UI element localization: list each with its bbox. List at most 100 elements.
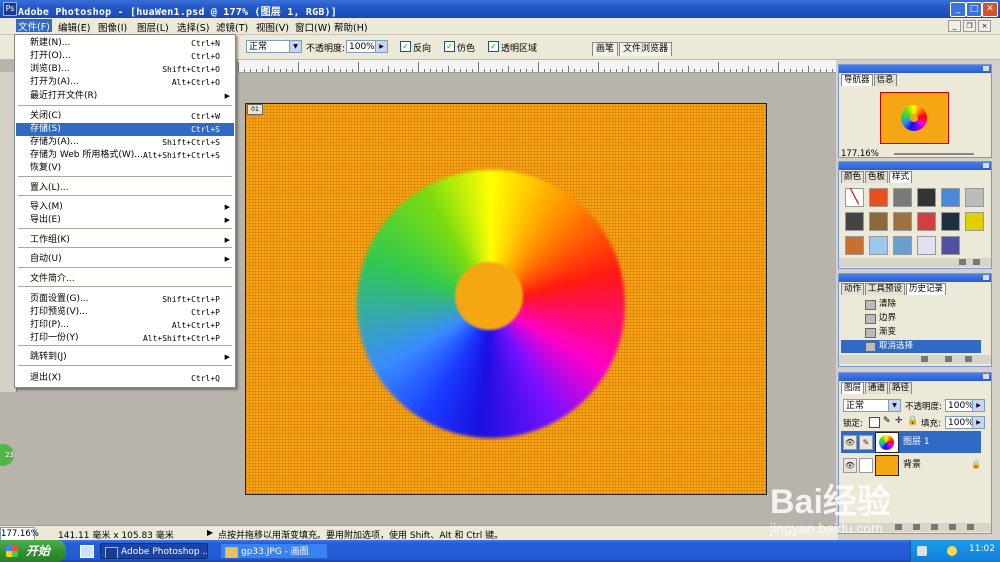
- file-menu-item[interactable]: 存储为(A)... Shift+Ctrl+S: [16, 136, 234, 149]
- file-menu-item[interactable]: 恢复(V): [16, 162, 234, 175]
- history-item[interactable]: 渐变: [841, 326, 981, 339]
- zoom-slider[interactable]: [894, 153, 974, 155]
- doc-close-button[interactable]: ×: [978, 20, 991, 32]
- file-menu-item[interactable]: 自动(U) ▶: [16, 253, 234, 266]
- quicklaunch-icon[interactable]: [80, 545, 94, 558]
- file-menu-item[interactable]: 页面设置(G)... Shift+Ctrl+P: [16, 293, 234, 306]
- file-menu-item[interactable]: 浏览(B)... Shift+Ctrl+O: [16, 63, 234, 76]
- eye-icon[interactable]: 👁: [843, 458, 857, 473]
- menu-help[interactable]: 帮助(H): [334, 20, 368, 34]
- brush-icon[interactable]: ✎: [883, 416, 891, 426]
- style-swatch[interactable]: [917, 236, 936, 255]
- file-menu-item[interactable]: 导入(M) ▶: [16, 201, 234, 214]
- menu-image[interactable]: 图像(I): [98, 20, 127, 34]
- minimize-button[interactable]: _: [950, 2, 966, 17]
- style-swatch[interactable]: [869, 188, 888, 207]
- tab-styles[interactable]: 样式: [889, 171, 913, 183]
- layer-opacity-input[interactable]: 100% ▶: [945, 399, 985, 412]
- zoom-field[interactable]: 177.16%: [0, 527, 39, 541]
- file-menu-item[interactable]: 跳转到(J) ▶: [16, 351, 234, 364]
- tab-brushes[interactable]: 画笔: [592, 42, 619, 56]
- style-swatch[interactable]: [965, 212, 984, 231]
- transparency-checkbox[interactable]: ✓: [488, 41, 499, 52]
- menu-file[interactable]: 文件(F): [16, 19, 52, 33]
- style-swatch[interactable]: [941, 236, 960, 255]
- tab-actions[interactable]: 动作: [841, 283, 865, 295]
- style-swatch[interactable]: [941, 212, 960, 231]
- history-item[interactable]: 边界: [841, 312, 981, 325]
- eye-icon[interactable]: 👁: [843, 435, 857, 450]
- file-menu-item[interactable]: 文件简介...: [16, 273, 234, 286]
- tab-color[interactable]: 颜色: [841, 171, 865, 183]
- opacity-input[interactable]: 100% ▶: [346, 40, 388, 53]
- lock-transparency-checkbox[interactable]: [869, 417, 880, 428]
- tab-tool-presets[interactable]: 工具预设: [865, 283, 906, 295]
- close-button[interactable]: ✕: [982, 2, 998, 17]
- menu-select[interactable]: 选择(S): [177, 20, 209, 34]
- blend-mode-select[interactable]: 正常 ▼: [246, 40, 302, 53]
- tab-file-browser[interactable]: 文件浏览器: [619, 42, 673, 56]
- taskbar-item-photoshop[interactable]: Adobe Photoshop ...: [100, 543, 208, 559]
- link-slot[interactable]: [859, 458, 873, 473]
- file-menu-item[interactable]: 最近打开文件(R) ▶: [16, 90, 234, 103]
- style-swatch[interactable]: [941, 188, 960, 207]
- tab-history[interactable]: 历史记录: [906, 283, 947, 295]
- taskbar-item-paint[interactable]: gp33.JPG - 画图: [220, 543, 328, 559]
- style-swatch[interactable]: [869, 212, 888, 231]
- file-menu-item[interactable]: 存储(S) Ctrl+S: [16, 123, 234, 136]
- style-swatch[interactable]: [917, 188, 936, 207]
- file-menu-item[interactable]: 打开为(A)... Alt+Ctrl+O: [16, 76, 234, 89]
- history-item[interactable]: 清除: [841, 298, 981, 311]
- style-swatch[interactable]: [845, 236, 864, 255]
- maximize-button[interactable]: □: [966, 2, 982, 17]
- file-menu-item[interactable]: 新建(N)... Ctrl+N: [16, 37, 234, 50]
- tab-channels[interactable]: 通道: [865, 382, 889, 394]
- style-swatch[interactable]: [869, 236, 888, 255]
- style-swatch[interactable]: [893, 212, 912, 231]
- file-menu-item[interactable]: 导出(E) ▶: [16, 214, 234, 227]
- tab-navigator[interactable]: 导航器: [841, 74, 873, 86]
- doc-minimize-button[interactable]: _: [948, 20, 961, 32]
- menu-layer[interactable]: 图层(L): [137, 20, 169, 34]
- style-swatch[interactable]: [893, 236, 912, 255]
- start-button[interactable]: 开始: [0, 540, 66, 562]
- file-menu-item[interactable]: 存储为 Web 所用格式(W)... Alt+Shift+Ctrl+S: [16, 149, 234, 162]
- file-menu-item[interactable]: 关闭(C) Ctrl+W: [16, 110, 234, 123]
- history-item-selected[interactable]: 取消选择: [841, 340, 981, 353]
- file-menu-item[interactable]: 打开(O)... Ctrl+O: [16, 50, 234, 63]
- file-menu-item[interactable]: 打印预览(V)... Ctrl+P: [16, 306, 234, 319]
- file-menu-item[interactable]: 打印一份(Y) Alt+Shift+Ctrl+P: [16, 332, 234, 345]
- style-swatch[interactable]: [965, 188, 984, 207]
- menu-view[interactable]: 视图(V): [256, 20, 289, 34]
- tab-paths[interactable]: 路径: [889, 382, 913, 394]
- layer-row[interactable]: 👁 背景 🔒: [841, 454, 981, 476]
- lock-icon[interactable]: 🔒: [907, 416, 918, 426]
- menu-filter[interactable]: 滤镜(T): [216, 20, 248, 34]
- navigator-thumbnail[interactable]: [880, 92, 949, 144]
- tab-swatches[interactable]: 色板: [865, 171, 889, 183]
- brush-icon[interactable]: ✎: [859, 435, 873, 450]
- tray-icon[interactable]: [917, 546, 927, 556]
- file-menu-item[interactable]: 退出(X) Ctrl+Q: [16, 372, 234, 385]
- reverse-checkbox[interactable]: ✓: [400, 41, 411, 52]
- style-swatch[interactable]: [917, 212, 936, 231]
- style-swatch[interactable]: ╲: [845, 188, 864, 207]
- menu-edit[interactable]: 编辑(E): [58, 20, 90, 34]
- tray-icon[interactable]: [947, 546, 957, 556]
- navigator-zoom[interactable]: 177.16%: [841, 149, 879, 159]
- style-swatch[interactable]: [893, 188, 912, 207]
- layer-row-selected[interactable]: 👁 ✎ 图层 1: [841, 431, 981, 453]
- layer-blend-mode-select[interactable]: 正常 ▼: [843, 399, 901, 412]
- file-menu-item[interactable]: 置入(L)...: [16, 182, 234, 195]
- fill-input[interactable]: 100% ▶: [945, 416, 985, 429]
- menu-window[interactable]: 窗口(W): [295, 20, 331, 34]
- tab-info[interactable]: 信息: [873, 74, 897, 86]
- file-menu-item[interactable]: 工作组(K) ▶: [16, 234, 234, 247]
- doc-restore-button[interactable]: ❐: [963, 20, 976, 32]
- file-menu-item[interactable]: 打印(P)... Alt+Ctrl+P: [16, 319, 234, 332]
- move-icon[interactable]: ✛: [895, 416, 903, 426]
- style-swatch[interactable]: [845, 212, 864, 231]
- ruler-tick: [784, 69, 785, 72]
- tab-layers[interactable]: 图层: [841, 382, 865, 394]
- dither-checkbox[interactable]: ✓: [444, 41, 455, 52]
